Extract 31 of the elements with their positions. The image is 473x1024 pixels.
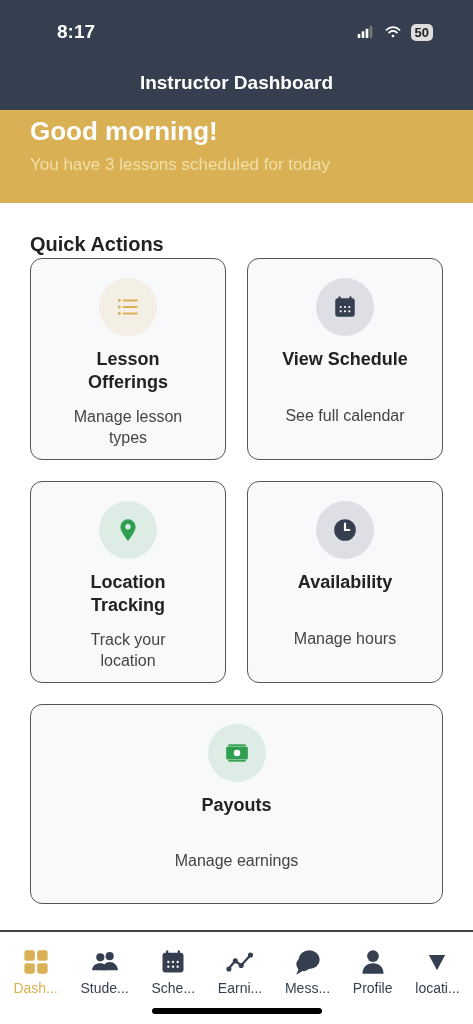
tab-button[interactable]: Mess...	[284, 948, 331, 1006]
tab-button[interactable]: Profile	[352, 948, 393, 1006]
calendar-icon	[332, 294, 358, 320]
greeting-subtitle: You have 3 lessons scheduled for today	[30, 155, 331, 175]
action-card[interactable]: View Schedule See full calendar	[247, 258, 443, 460]
clock-icon	[332, 517, 358, 543]
status-time: 8:17	[57, 21, 96, 43]
greeting-title: Good morning!	[30, 116, 219, 147]
section-heading: Quick Actions	[30, 233, 165, 256]
tab-button[interactable]: locati...	[415, 948, 460, 1006]
card-title: View Schedule	[281, 348, 409, 371]
card-title: Lesson Offerings	[87, 348, 169, 394]
battery-indicator: 50	[410, 23, 433, 41]
action-card[interactable]: Payouts Manage earnings	[30, 704, 443, 904]
chat-icon	[293, 948, 322, 976]
card-subtitle: Manage lesson types	[72, 406, 184, 448]
card-title: Location Tracking	[89, 571, 167, 617]
tab-button[interactable]: Stude...	[80, 948, 129, 1006]
card-subtitle: Track your location	[89, 629, 167, 671]
tab-button[interactable]: Earni...	[217, 948, 263, 1006]
action-card[interactable]: Lesson Offerings Manage lesson types	[30, 258, 226, 460]
grid-icon	[21, 948, 50, 976]
screen-title: Instructor Dashboard	[138, 72, 335, 94]
action-card[interactable]: Location Tracking Track your location	[30, 481, 226, 683]
tab-button[interactable]: Sche...	[151, 948, 196, 1006]
card-subtitle: See full calendar	[284, 405, 406, 426]
card-title: Availability	[296, 571, 394, 594]
card-title: Payouts	[201, 794, 272, 817]
card-subtitle: Manage earnings	[174, 850, 299, 871]
action-card[interactable]: Availability Manage hours	[247, 481, 443, 683]
card-subtitle: Manage hours	[292, 628, 398, 649]
